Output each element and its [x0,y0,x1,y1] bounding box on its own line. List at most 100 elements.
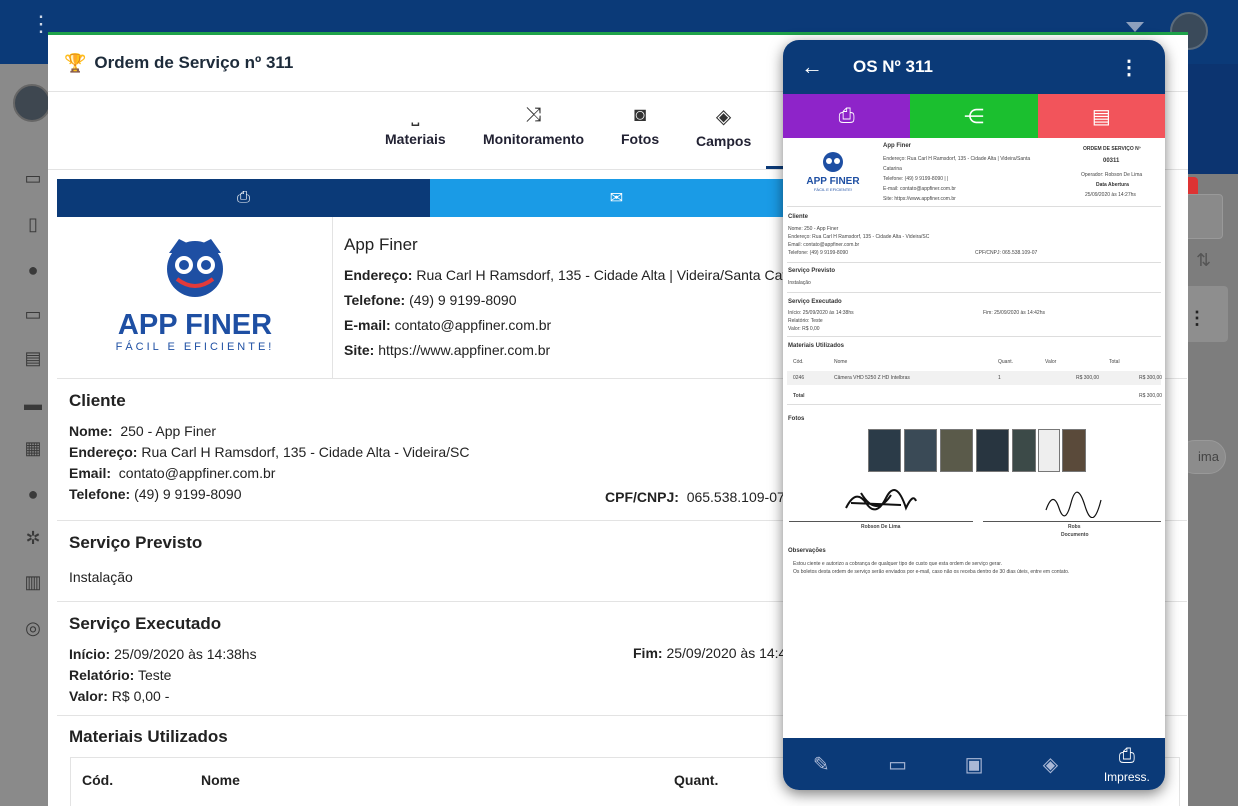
tab-campos[interactable]: ◈ Campos [696,104,751,149]
inbox-icon: ⎵ [411,104,420,126]
bar-chart-icon[interactable]: ▥ [22,572,44,592]
signature-2-image [1045,491,1102,518]
doc-mu-row-cod: 0246 [793,375,805,381]
camera-icon: ◙ [634,104,647,126]
photo-thumbnail[interactable] [976,429,1009,472]
doc-telefone: Telefone: (49) 9 9199-8090 | | [883,176,949,182]
company-logo: APP FINER FÁCIL E EFICIENTE! [57,217,333,379]
print-icon: ⎙ [838,104,855,127]
column-header-nome: Nome [201,772,240,788]
document-icon[interactable]: ▤ [22,348,44,368]
modal-title: Ordem de Serviço nº 311 [94,53,294,72]
photo-thumbnail[interactable] [868,429,901,472]
photo-thumbnail[interactable] [904,429,937,472]
doc-mu-col-quant: Quant. [998,359,1014,365]
layers-icon[interactable]: ◈ [1012,752,1088,777]
mobile-header: ← OS Nº 311 ⋮ [783,40,1165,94]
company-phone: Telefone: (49) 9 9199-8090 [344,292,517,308]
doc-mu-row-valor: R$ 300,00 [1076,375,1100,381]
doc-cliente-end: Endereço: Rua Carl H Ramsdorf, 135 - Cid… [788,234,930,240]
tab-monitoramento[interactable]: ⤨ Monitoramento [483,104,584,147]
doc-cliente-heading: Cliente [788,214,809,220]
printer-icon: ⎙ [237,189,250,206]
user-icon[interactable]: ● [22,260,44,280]
company-address: Endereço: Rua Carl H Ramsdorf, 135 - Cid… [344,267,799,283]
back-arrow-icon[interactable]: ← [801,54,841,80]
doc-logo: APP FINER FÁCIL E EFICIENTE! [806,152,860,192]
doc-cliente-cpf: CPF/CNPJ: 065.538.109-07 [975,250,1038,256]
print-button[interactable]: ⎙ [57,179,430,217]
photo-thumbnail[interactable] [1012,429,1036,472]
doc-mu-row-quant: 1 [998,375,1001,381]
doc-signature-1: Robson De Lima [861,524,901,530]
tab-materiais[interactable]: ⎵ Materiais [385,104,446,147]
photo-thumbnail[interactable] [1038,429,1060,472]
monitor-chart-icon[interactable]: ▭ [22,168,44,188]
users-icon[interactable]: ● [22,484,44,504]
envelope-open-icon: ✉ [609,190,624,207]
background-dots-icon: ⋮ [1188,308,1206,328]
desktop-icon[interactable]: ▭ [22,304,44,324]
image-icon[interactable]: ▣ [936,752,1012,777]
doc-sp-heading: Serviço Previsto [788,268,836,274]
tab-fotos[interactable]: ◙ Fotos [621,104,659,147]
signature-1-image [845,489,917,511]
email-button[interactable]: ✉ [430,179,803,217]
headset-icon[interactable]: ◎ [22,618,44,638]
doc-signature-2-doc: Documento [1061,532,1089,538]
doc-mu-col-nome: Nome [834,359,848,365]
briefcase-icon[interactable]: ▬ [22,394,44,414]
doc-endereco2: Catarina [883,166,902,172]
doc-se-fim: Fim: 25/09/2020 às 14:42hs [983,310,1045,316]
doc-obs-line2: Os boletos desta ordem de serviço serão … [793,569,1070,575]
cogs-icon[interactable]: ✲ [22,528,44,548]
logo-subtext: FÁCIL E EFICIENTE! [116,340,275,353]
doc-mu-heading: Materiais Utilizados [788,343,845,349]
doc-cliente-email: Email: contato@appfiner.com.br [788,242,860,248]
doc-company: App Finer [883,143,911,149]
doc-data: 25/09/2020 às 14:27hs [1085,192,1136,198]
doc-cliente-tel: Telefone: (49) 9 9199-8090 [788,250,849,256]
doc-se-inicio: Início: 25/09/2020 às 14:38hs [788,310,854,316]
nav-impress[interactable]: ⎙ Impress. [1089,745,1165,784]
doc-signature-2-name: Robs [1068,524,1081,530]
doc-se-val: Valor: R$ 0,00 [788,326,820,332]
photo-thumbnail[interactable] [940,429,973,472]
mobile-print-button[interactable]: ⎙ [783,94,911,138]
boxes-icon[interactable]: ▦ [22,438,44,458]
doc-endereco: Endereço: Rua Carl H Ramsdorf, 135 - Cid… [883,156,1031,162]
doc-mu-total: R$ 300,00 [1139,393,1163,399]
dropdown-caret-icon[interactable] [1126,22,1144,32]
doc-site: Site: https://www.appfiner.com.br [883,196,956,202]
sidebar-avatar[interactable] [13,84,51,122]
pdf-icon: ▤ [1091,105,1111,128]
doc-cliente-nome: Nome: 250 - App Finer [788,226,839,232]
column-header-cod: Cód. [82,772,114,788]
sort-icon: ⇅ [1196,250,1212,270]
doc-os-title: ORDEM DE SERVIÇO Nº [1083,146,1141,152]
pin-icon[interactable]: ✎ [783,752,859,777]
share-icon: ⋲ [963,105,984,128]
print-preview-document: APP FINER FÁCIL E EFICIENTE! App Finer E… [783,138,1165,738]
doc-mu-row-nome: Câmera VHD 5250 Z HD Intelbras [834,375,910,381]
background-page-right: ⇅ ⋮ ima [1178,64,1238,806]
doc-data-label: Data Abertura [1096,182,1129,188]
doc-mu-col-valor: Valor [1045,359,1057,365]
doc-mu-col-total: Total [1109,359,1120,365]
mobile-pdf-button[interactable]: ▤ [1037,94,1165,138]
notebook-icon[interactable]: ▯ [22,214,44,234]
doc-os-num: 00311 [1103,158,1120,164]
company-site: Site: https://www.appfiner.com.br [344,342,551,358]
mobile-title: OS Nº 311 [853,57,933,76]
trophy-icon: 🏆 [64,52,87,73]
column-header-quant: Quant. [674,772,719,788]
mobile-preview: ← OS Nº 311 ⋮ ⎙ ⋲ ▤ APP FINER FÁCIL E EF… [783,40,1165,790]
company-info: App Finer Endereço: Rua Carl H Ramsdorf,… [344,235,799,367]
photo-thumbnail[interactable] [1062,429,1086,472]
layers-icon: ◈ [715,106,732,128]
doc-email: E-mail: contato@appfiner.com.br [883,186,956,192]
menu-kebab-icon[interactable]: ⋮ [30,13,52,35]
more-vert-icon[interactable]: ⋮ [1119,55,1139,80]
mobile-share-button[interactable]: ⋲ [910,94,1038,138]
inbox-icon[interactable]: ▭ [859,752,935,777]
